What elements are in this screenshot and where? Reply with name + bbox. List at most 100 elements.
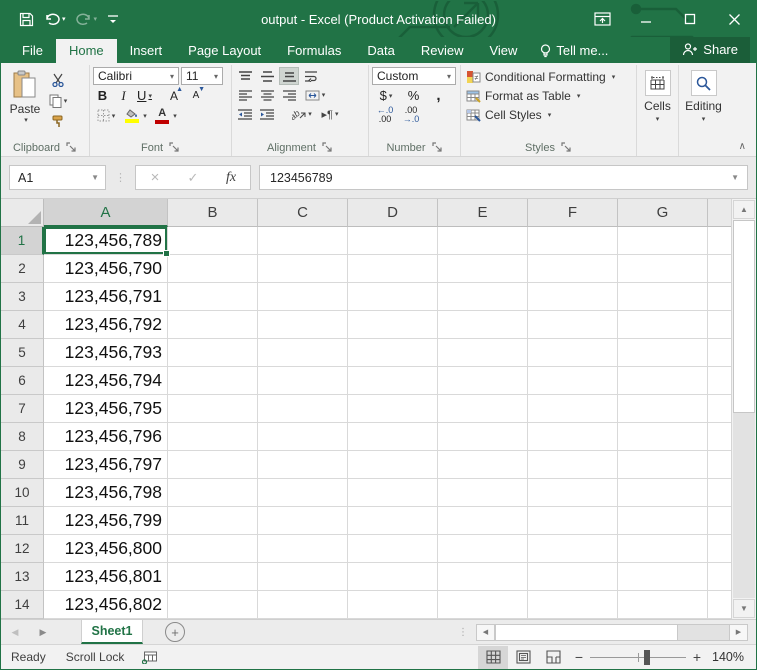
cell-b9[interactable] [168,451,258,479]
cell-g12[interactable] [618,535,708,563]
cell-f13[interactable] [528,563,618,591]
cell-d11[interactable] [348,507,438,535]
column-header-a[interactable]: A [44,199,168,227]
tab-view[interactable]: View [476,39,530,63]
row-header-8[interactable]: 8 [1,423,44,451]
cell-h2-partial[interactable] [708,255,731,283]
cell-a8[interactable]: 123,456,796 [44,423,168,451]
row-header-4[interactable]: 4 [1,311,44,339]
cell-h12-partial[interactable] [708,535,731,563]
cell-c14[interactable] [258,591,348,619]
vertical-scroll-track[interactable] [733,220,755,598]
cell-d13[interactable] [348,563,438,591]
cell-g13[interactable] [618,563,708,591]
cell-a7[interactable]: 123,456,795 [44,395,168,423]
cell-styles-button[interactable]: Cell Styles [464,107,633,123]
cell-f7[interactable] [528,395,618,423]
cell-e8[interactable] [438,423,528,451]
borders-button[interactable] [93,106,119,125]
increase-indent-button[interactable] [257,105,277,123]
italic-button[interactable]: I [114,86,133,105]
cell-e4[interactable] [438,311,528,339]
cell-a12[interactable]: 123,456,800 [44,535,168,563]
cell-h6-partial[interactable] [708,367,731,395]
cell-g9[interactable] [618,451,708,479]
cell-b14[interactable] [168,591,258,619]
insert-function-button[interactable]: fx [212,170,250,186]
cell-f2[interactable] [528,255,618,283]
font-name-select[interactable]: Calibri [93,67,179,85]
decrease-decimal-button[interactable]: .00 →.0 [400,106,422,124]
cell-d3[interactable] [348,283,438,311]
cell-e12[interactable] [438,535,528,563]
cell-c4[interactable] [258,311,348,339]
sheet-nav-left-icon[interactable]: ◀ [1,620,29,644]
cell-a4[interactable]: 123,456,792 [44,311,168,339]
cell-h8-partial[interactable] [708,423,731,451]
tab-scrollbar-splitter[interactable]: ⋮ [450,620,476,644]
cell-b3[interactable] [168,283,258,311]
cancel-button[interactable]: × [136,169,174,186]
cell-c5[interactable] [258,339,348,367]
cut-button[interactable] [46,71,70,89]
cell-b2[interactable] [168,255,258,283]
name-box-dropdown-icon[interactable]: ▼ [85,173,105,182]
cell-d12[interactable] [348,535,438,563]
cell-d10[interactable] [348,479,438,507]
cell-c7[interactable] [258,395,348,423]
cell-g7[interactable] [618,395,708,423]
enter-button[interactable]: ✓ [174,170,212,186]
cell-f11[interactable] [528,507,618,535]
cell-b11[interactable] [168,507,258,535]
cell-d5[interactable] [348,339,438,367]
select-all-button[interactable] [1,199,44,227]
cell-h14-partial[interactable] [708,591,731,619]
cell-b6[interactable] [168,367,258,395]
normal-view-button[interactable] [478,645,508,669]
cell-c1[interactable] [258,227,348,255]
cell-c10[interactable] [258,479,348,507]
row-header-6[interactable]: 6 [1,367,44,395]
cell-b5[interactable] [168,339,258,367]
name-box[interactable]: A1 ▼ [9,165,106,190]
cell-f1[interactable] [528,227,618,255]
expand-formula-bar-icon[interactable]: ▼ [723,173,747,182]
underline-button[interactable]: U [135,86,154,105]
merge-center-button[interactable] [301,86,329,104]
increase-decimal-button[interactable]: ←.0 .00 [374,106,396,124]
cell-a6[interactable]: 123,456,794 [44,367,168,395]
cell-e14[interactable] [438,591,528,619]
horizontal-scroll-thumb[interactable] [495,623,678,641]
page-break-preview-button[interactable] [538,646,568,669]
cell-d8[interactable] [348,423,438,451]
text-direction-button[interactable]: ▸¶ [317,105,343,123]
redo-dropdown-icon[interactable]: ▾ [94,15,98,23]
tab-formulas[interactable]: Formulas [274,39,354,63]
format-painter-button[interactable] [46,113,70,131]
top-align-button[interactable] [235,67,255,85]
shrink-font-button[interactable]: A ▼ [186,86,206,105]
cell-e9[interactable] [438,451,528,479]
minimize-button[interactable] [624,1,668,37]
close-button[interactable] [712,1,756,37]
new-sheet-button[interactable]: + [165,622,185,642]
collapse-ribbon-icon[interactable]: ∧ [739,141,746,152]
cell-c8[interactable] [258,423,348,451]
decrease-indent-button[interactable] [235,105,255,123]
undo-button[interactable]: ▾ [40,9,70,29]
format-as-table-button[interactable]: Format as Table [464,88,633,104]
sheet-nav-right-icon[interactable]: ▶ [29,620,57,644]
cell-a9[interactable]: 123,456,797 [44,451,168,479]
cell-g1[interactable] [618,227,708,255]
column-header-partial[interactable] [708,199,731,227]
cells-button[interactable]: Cells ▾ [640,67,675,156]
cell-a11[interactable]: 123,456,799 [44,507,168,535]
cell-e10[interactable] [438,479,528,507]
wrap-text-button[interactable] [301,67,321,85]
paste-button[interactable]: Paste ▾ [4,67,46,139]
cell-e13[interactable] [438,563,528,591]
cell-h13-partial[interactable] [708,563,731,591]
row-header-12[interactable]: 12 [1,535,44,563]
cell-a2[interactable]: 123,456,790 [44,255,168,283]
cell-b8[interactable] [168,423,258,451]
